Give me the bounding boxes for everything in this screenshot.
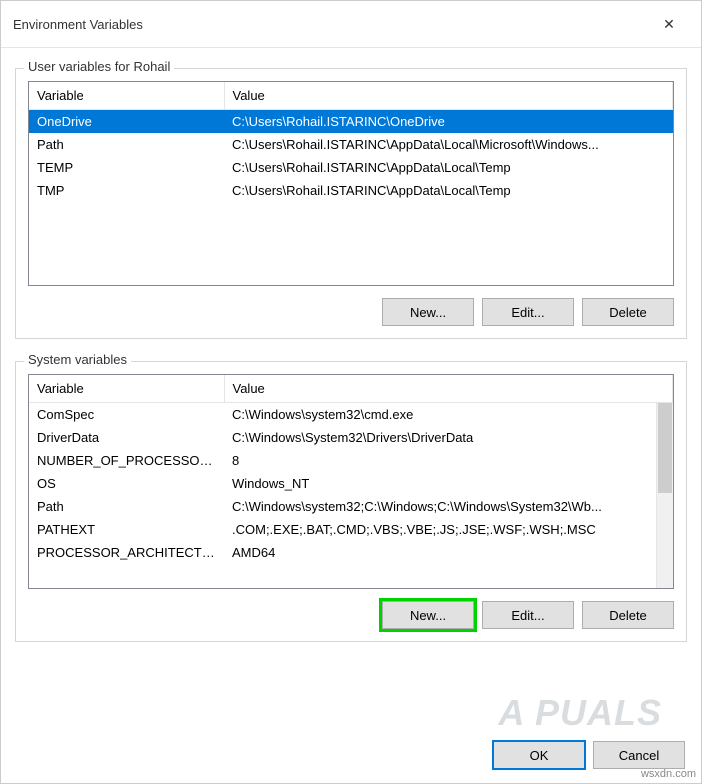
user-vars-group: User variables for Rohail Variable Value… — [15, 68, 687, 339]
col-value[interactable]: Value — [224, 82, 673, 110]
cell-variable: Path — [29, 495, 224, 518]
system-vars-scrollbar[interactable] — [656, 403, 673, 588]
cell-variable: OS — [29, 472, 224, 495]
col-variable[interactable]: Variable — [29, 375, 224, 403]
cell-variable: TMP — [29, 179, 224, 202]
cell-value: C:\Users\Rohail.ISTARINC\AppData\Local\T… — [224, 156, 673, 179]
close-button[interactable]: ✕ — [649, 9, 689, 39]
cell-value: C:\Users\Rohail.ISTARINC\OneDrive — [224, 110, 673, 134]
table-row[interactable]: NUMBER_OF_PROCESSORS8 — [29, 449, 673, 472]
cell-value: C:\Windows\system32\cmd.exe — [224, 403, 673, 427]
cell-variable: TEMP — [29, 156, 224, 179]
cell-variable: PROCESSOR_ARCHITECTU... — [29, 541, 224, 564]
table-row[interactable]: TEMPC:\Users\Rohail.ISTARINC\AppData\Loc… — [29, 156, 673, 179]
cell-value: .COM;.EXE;.BAT;.CMD;.VBS;.VBE;.JS;.JSE;.… — [224, 518, 673, 541]
table-row[interactable]: OSWindows_NT — [29, 472, 673, 495]
titlebar: Environment Variables ✕ — [1, 1, 701, 48]
system-vars-table[interactable]: Variable Value ComSpecC:\Windows\system3… — [29, 375, 673, 564]
cell-variable: Path — [29, 133, 224, 156]
system-new-button[interactable]: New... — [382, 601, 474, 629]
dialog-buttons: OK Cancel — [1, 733, 701, 783]
system-edit-button[interactable]: Edit... — [482, 601, 574, 629]
user-new-button[interactable]: New... — [382, 298, 474, 326]
system-vars-table-wrap: Variable Value ComSpecC:\Windows\system3… — [28, 374, 674, 589]
dialog-content: User variables for Rohail Variable Value… — [1, 48, 701, 733]
cell-value: AMD64 — [224, 541, 673, 564]
table-row[interactable]: TMPC:\Users\Rohail.ISTARINC\AppData\Loca… — [29, 179, 673, 202]
credit-text: wsxdn.com — [641, 768, 696, 780]
cell-value: C:\Windows\system32;C:\Windows;C:\Window… — [224, 495, 673, 518]
cancel-button[interactable]: Cancel — [593, 741, 685, 769]
env-vars-dialog: Environment Variables ✕ User variables f… — [0, 0, 702, 784]
window-title: Environment Variables — [13, 17, 143, 32]
cell-variable: ComSpec — [29, 403, 224, 427]
scrollbar-thumb[interactable] — [658, 403, 672, 493]
system-vars-buttons: New... Edit... Delete — [28, 601, 674, 629]
cell-value: C:\Users\Rohail.ISTARINC\AppData\Local\M… — [224, 133, 673, 156]
system-vars-group: System variables Variable Value ComSpecC… — [15, 361, 687, 642]
table-row[interactable]: OneDriveC:\Users\Rohail.ISTARINC\OneDriv… — [29, 110, 673, 134]
cell-variable: DriverData — [29, 426, 224, 449]
cell-variable: NUMBER_OF_PROCESSORS — [29, 449, 224, 472]
col-variable[interactable]: Variable — [29, 82, 224, 110]
table-row[interactable]: DriverDataC:\Windows\System32\Drivers\Dr… — [29, 426, 673, 449]
table-row[interactable]: PATHEXT.COM;.EXE;.BAT;.CMD;.VBS;.VBE;.JS… — [29, 518, 673, 541]
col-value[interactable]: Value — [224, 375, 673, 403]
cell-value: C:\Users\Rohail.ISTARINC\AppData\Local\T… — [224, 179, 673, 202]
user-vars-table-wrap: Variable Value OneDriveC:\Users\Rohail.I… — [28, 81, 674, 286]
user-delete-button[interactable]: Delete — [582, 298, 674, 326]
user-edit-button[interactable]: Edit... — [482, 298, 574, 326]
system-vars-label: System variables — [24, 352, 131, 367]
table-row[interactable]: PROCESSOR_ARCHITECTU...AMD64 — [29, 541, 673, 564]
cell-value: Windows_NT — [224, 472, 673, 495]
table-header-row: Variable Value — [29, 375, 673, 403]
cell-variable: PATHEXT — [29, 518, 224, 541]
table-row[interactable]: PathC:\Windows\system32;C:\Windows;C:\Wi… — [29, 495, 673, 518]
cell-value: 8 — [224, 449, 673, 472]
user-vars-table[interactable]: Variable Value OneDriveC:\Users\Rohail.I… — [29, 82, 673, 202]
user-vars-label: User variables for Rohail — [24, 59, 174, 74]
table-header-row: Variable Value — [29, 82, 673, 110]
cell-value: C:\Windows\System32\Drivers\DriverData — [224, 426, 673, 449]
ok-button[interactable]: OK — [493, 741, 585, 769]
table-row[interactable]: PathC:\Users\Rohail.ISTARINC\AppData\Loc… — [29, 133, 673, 156]
table-row[interactable]: ComSpecC:\Windows\system32\cmd.exe — [29, 403, 673, 427]
cell-variable: OneDrive — [29, 110, 224, 134]
user-vars-buttons: New... Edit... Delete — [28, 298, 674, 326]
system-delete-button[interactable]: Delete — [582, 601, 674, 629]
